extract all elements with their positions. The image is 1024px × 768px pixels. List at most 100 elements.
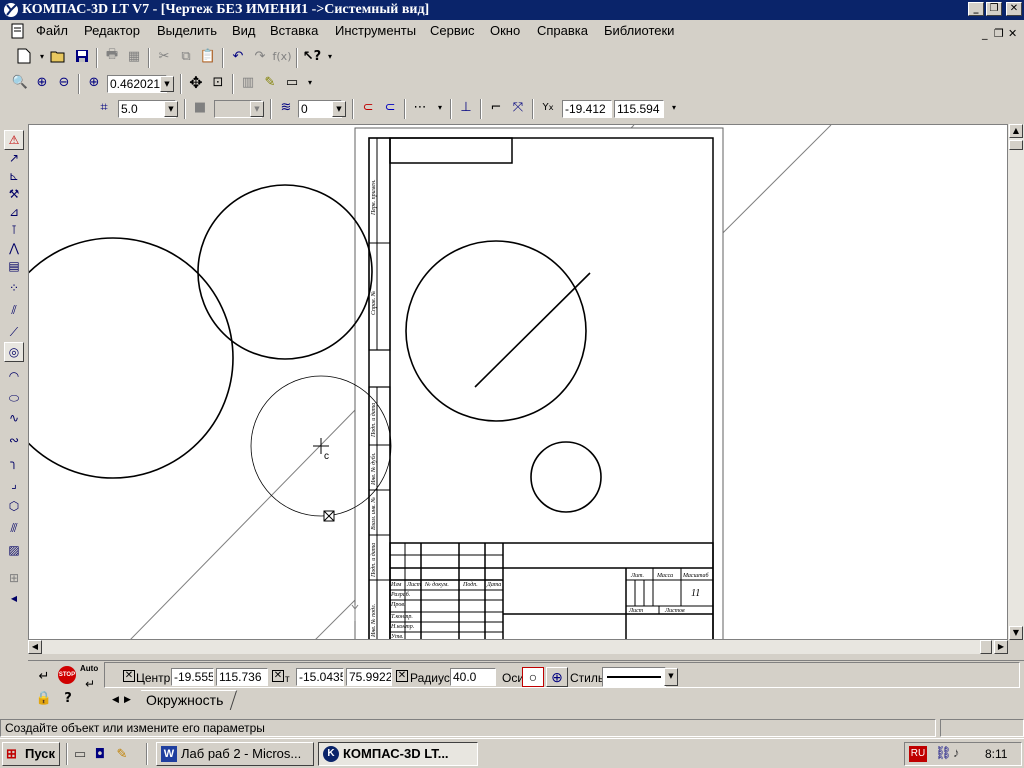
grid-icon[interactable]: ⋯ xyxy=(410,97,430,117)
geometry-panel-icon[interactable]: ⚠ xyxy=(4,130,24,150)
tab-circle[interactable]: Окружность xyxy=(134,690,238,710)
menu-help[interactable]: Справка xyxy=(537,23,588,38)
menu-file[interactable]: Файл xyxy=(36,23,68,38)
with-axes-icon[interactable]: ⊕ xyxy=(546,667,568,687)
function-icon[interactable]: f(x) xyxy=(272,46,292,66)
center-y-field[interactable]: 115.736 xyxy=(216,668,268,686)
menu-service[interactable]: Сервис xyxy=(430,23,475,38)
line-style-select[interactable] xyxy=(602,667,666,687)
menu-edit[interactable]: Редактор xyxy=(84,23,140,38)
task-word[interactable]: W Лаб раб 2 - Micros... xyxy=(156,742,314,766)
vertical-scroll-thumb[interactable] xyxy=(1009,140,1023,150)
task-kompas[interactable]: K КОМПАС-3D LT... xyxy=(318,742,478,766)
spline-icon[interactable]: ∿ xyxy=(4,408,24,428)
zoom-input[interactable]: 0.462021 xyxy=(107,75,167,93)
cursor-x-field[interactable]: -19.412 xyxy=(562,100,612,118)
menu-tools[interactable]: Инструменты xyxy=(335,23,416,38)
hatch-icon[interactable]: ▨ xyxy=(4,540,24,560)
copy-icon[interactable]: ⧉ xyxy=(176,46,196,66)
polygon-icon[interactable]: ⬡ xyxy=(4,496,24,516)
create-object-icon[interactable]: ↵ xyxy=(34,666,54,686)
line-style-dropdown-icon[interactable]: ▼ xyxy=(664,668,678,686)
auto-icon[interactable]: Auto xyxy=(80,664,98,673)
cut-icon[interactable]: ✂ xyxy=(154,46,174,66)
coordinates-dropdown-icon[interactable]: ▾ xyxy=(664,97,684,117)
step-dropdown-icon[interactable]: ▼ xyxy=(164,101,178,117)
segment-icon[interactable]: ⟋ xyxy=(4,322,24,342)
auxiliary-line-icon[interactable]: ⫽ xyxy=(4,300,24,320)
zoom-out-icon[interactable]: ⊖ xyxy=(54,72,74,92)
equidistant-icon[interactable]: ⫻ xyxy=(4,518,24,538)
horizontal-scrollbar[interactable]: ◀ ▶ xyxy=(28,640,1008,654)
tray-network-icon[interactable]: ⛓ xyxy=(935,745,952,761)
no-axes-icon[interactable]: ○ xyxy=(522,667,544,687)
radius-field[interactable]: 40.0 xyxy=(450,668,496,686)
center-x-field[interactable]: -19.5555 xyxy=(171,668,214,686)
layer-dropdown-icon[interactable]: ▼ xyxy=(332,101,346,117)
show-all-icon[interactable]: ⊡ xyxy=(208,72,228,92)
close-button[interactable]: ✕ xyxy=(1006,2,1022,16)
point-y-field[interactable]: 75.9922 xyxy=(346,668,392,686)
quicklaunch-pencil-icon[interactable]: ✎ xyxy=(112,744,132,764)
ellipse-icon[interactable]: ⬭ xyxy=(4,388,24,408)
radius-lock-icon[interactable]: ✕ xyxy=(396,670,408,682)
fillet-icon[interactable]: ╮ xyxy=(4,452,24,472)
grid-dropdown-icon[interactable]: ▾ xyxy=(430,97,450,117)
open-folder-icon[interactable] xyxy=(48,46,68,66)
parametrization-panel-icon[interactable]: ⊿ xyxy=(4,202,24,222)
scroll-up-icon[interactable]: ▲ xyxy=(1009,124,1023,138)
menu-window[interactable]: Окно xyxy=(490,23,520,38)
scroll-left-icon[interactable]: ◀ xyxy=(28,640,42,654)
stop-icon[interactable]: STOP xyxy=(58,666,76,684)
display-mode-dropdown-icon[interactable]: ▾ xyxy=(300,72,320,92)
document-icon[interactable] xyxy=(10,23,26,39)
view-icon[interactable]: ■ xyxy=(190,97,210,117)
preview-icon[interactable]: ▦ xyxy=(124,46,144,66)
zoom-scale-icon[interactable]: ⊕ xyxy=(84,72,104,92)
point-x-field[interactable]: -15.0435 xyxy=(296,668,344,686)
select-panel-icon[interactable]: ⋀ xyxy=(4,238,24,258)
menu-libraries[interactable]: Библиотеки xyxy=(604,23,674,38)
local-cs-icon[interactable]: ⊥ xyxy=(456,97,476,117)
point-lock-icon[interactable]: ✕ xyxy=(272,670,284,682)
editing-panel-icon[interactable]: ⚒ xyxy=(4,184,24,204)
chamfer-icon[interactable]: ⌟ xyxy=(4,474,24,494)
toolbar-scroll-icon[interactable]: ◀ xyxy=(4,588,24,608)
cursor-y-field[interactable]: 115.594 xyxy=(614,100,664,118)
paste-icon[interactable]: 📋 xyxy=(198,46,218,66)
bezier-icon[interactable]: ∾ xyxy=(4,430,24,450)
new-file-icon[interactable] xyxy=(14,46,34,66)
help-dropdown-icon[interactable]: ▾ xyxy=(320,46,340,66)
start-button[interactable]: ⊞ Пуск xyxy=(2,742,60,766)
horizontal-scroll-thumb[interactable] xyxy=(980,640,992,654)
scroll-down-icon[interactable]: ▼ xyxy=(1009,626,1023,640)
zoom-icon[interactable]: 🔍 xyxy=(10,72,30,92)
drawing-canvas[interactable]: Перв. примен. Справ. № Подп. и дата Инв.… xyxy=(28,124,1008,640)
round-icon[interactable]: ⤧ xyxy=(508,97,528,117)
snap-local-icon[interactable]: ⊂ xyxy=(380,97,400,117)
collection-icon[interactable]: ⊞ xyxy=(4,568,24,588)
tab-scroll-left-icon[interactable]: ◀ xyxy=(112,694,119,705)
restore-button[interactable]: ❐ xyxy=(986,2,1002,16)
menu-insert[interactable]: Вставка xyxy=(270,23,318,38)
refresh-icon[interactable]: ✎ xyxy=(260,72,280,92)
menu-view[interactable]: Вид xyxy=(232,23,256,38)
redo-icon[interactable]: ↷ xyxy=(250,46,270,66)
mdi-close-button[interactable]: ✕ xyxy=(1008,27,1017,40)
menu-select[interactable]: Выделить xyxy=(157,23,217,38)
arc-icon[interactable]: ◠ xyxy=(4,366,24,386)
point-icon[interactable]: ⁘ xyxy=(4,278,24,298)
show-desktop-icon[interactable]: ▭ xyxy=(70,744,90,764)
tab-scroll-right-icon[interactable]: ▶ xyxy=(124,694,131,705)
zoom-in-icon[interactable]: ⊕ xyxy=(32,72,52,92)
zoom-dropdown-icon[interactable]: ▼ xyxy=(160,76,174,92)
language-indicator[interactable]: RU xyxy=(909,746,927,762)
quicklaunch-app-icon[interactable]: ◘ xyxy=(90,744,110,764)
circle-object[interactable] xyxy=(197,184,373,360)
symbols-panel-icon[interactable]: ⊾ xyxy=(4,166,24,186)
mdi-restore-button[interactable]: ❐ xyxy=(994,27,1004,40)
step-icon[interactable]: ⌗ xyxy=(94,97,114,117)
minimize-button[interactable]: _ xyxy=(968,2,984,16)
regenerate-icon[interactable]: ▥ xyxy=(238,72,258,92)
spec-panel-icon[interactable]: ▤ xyxy=(4,256,24,276)
